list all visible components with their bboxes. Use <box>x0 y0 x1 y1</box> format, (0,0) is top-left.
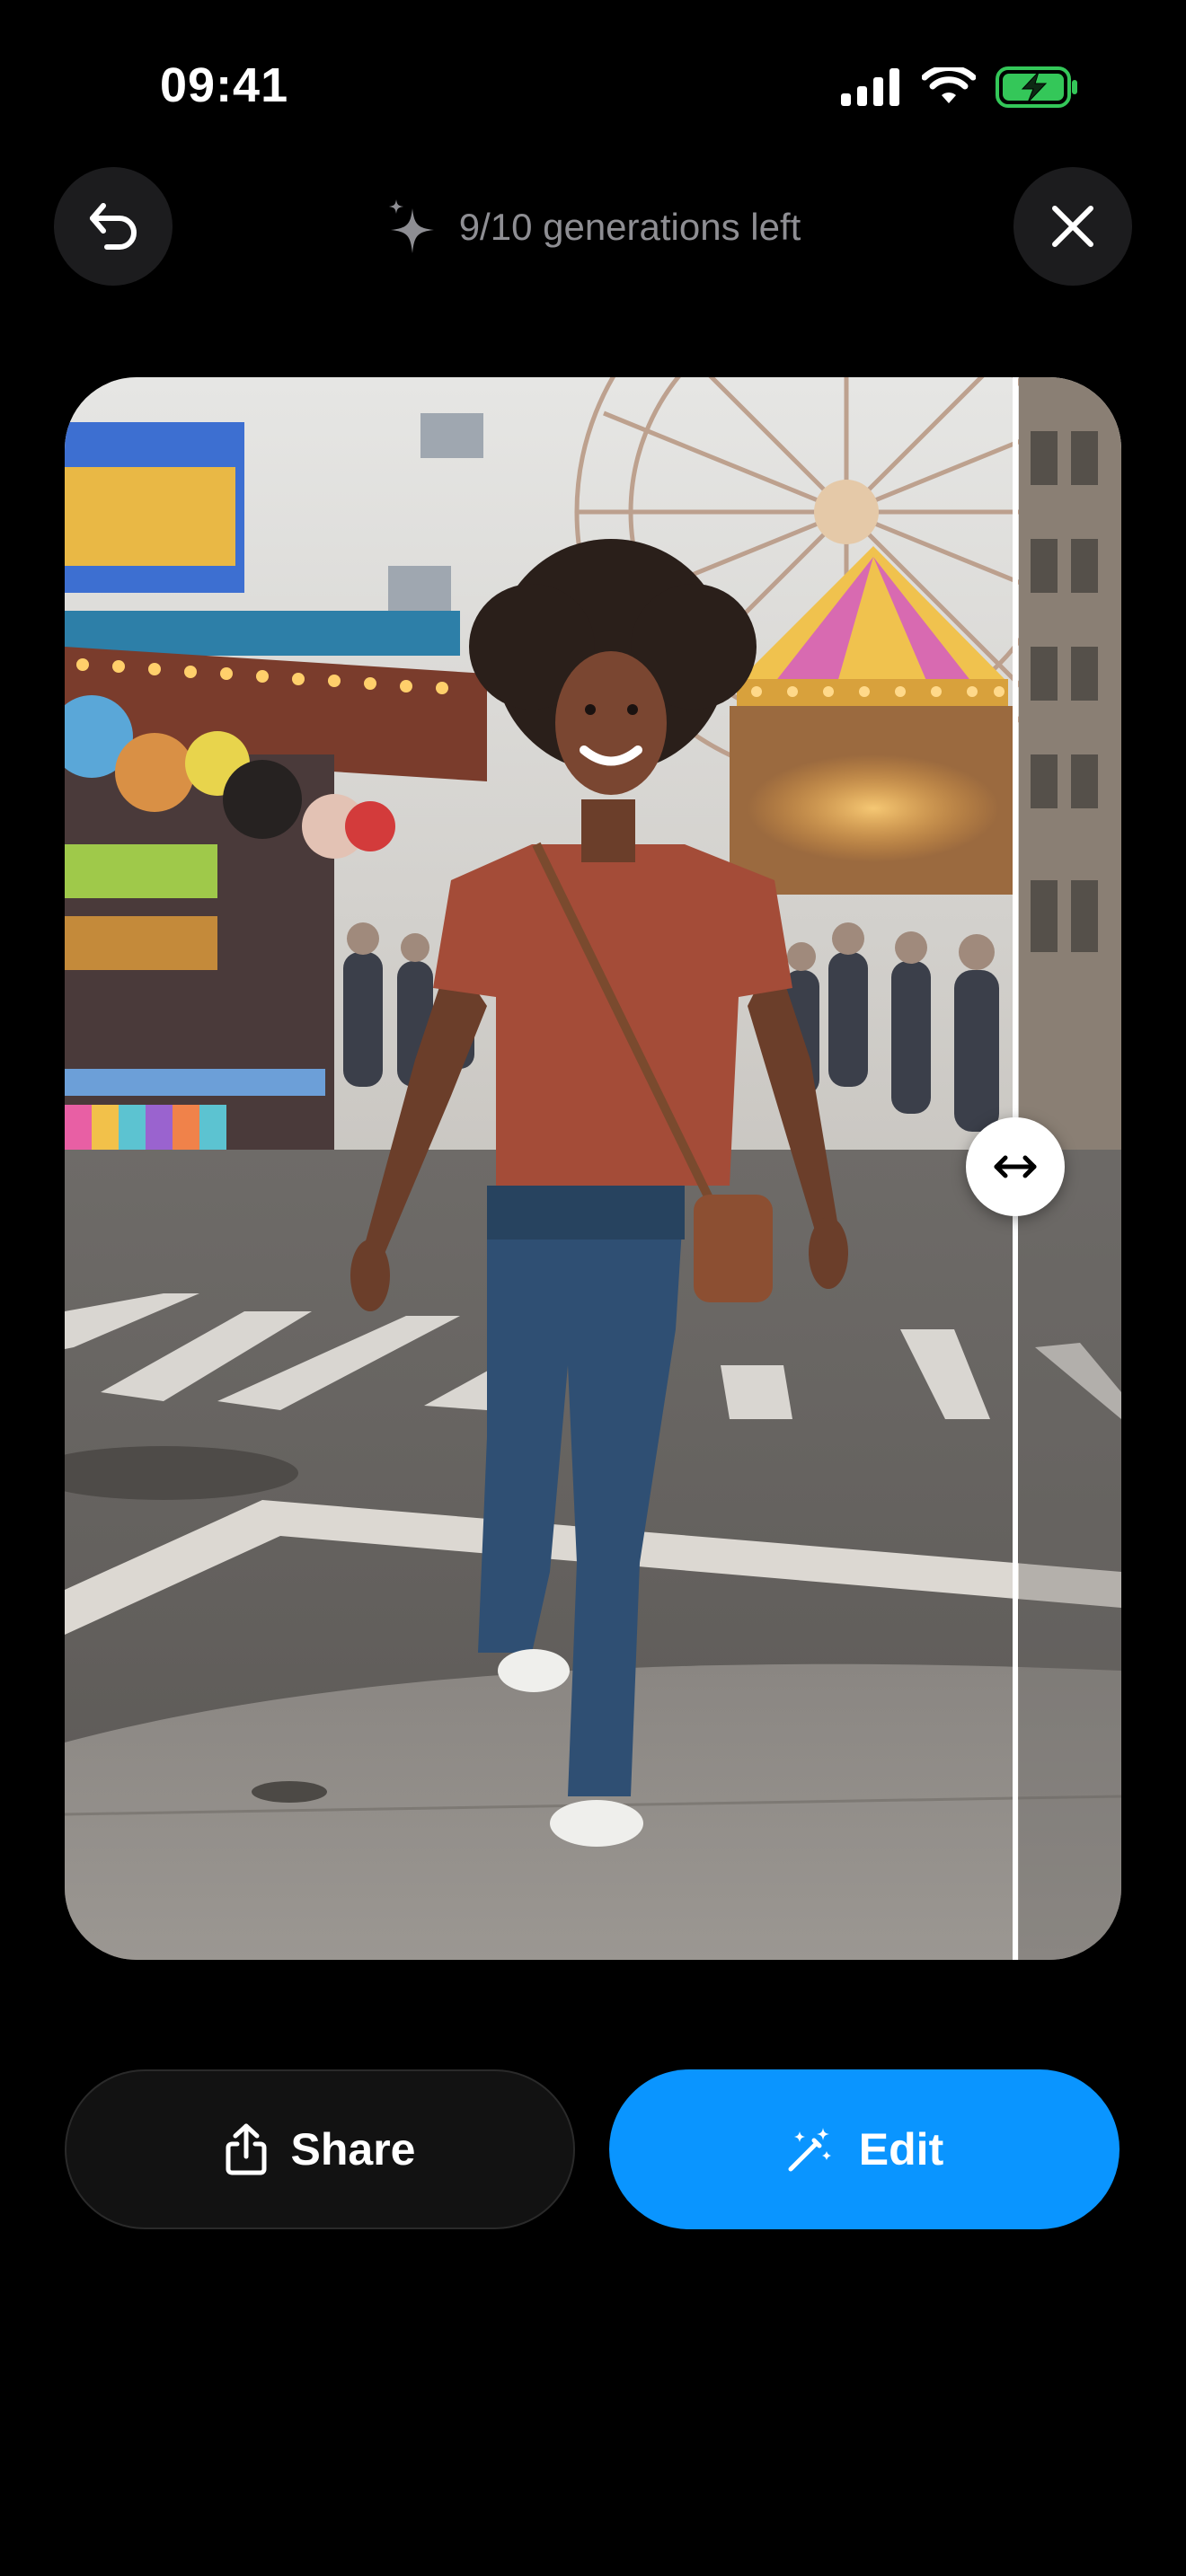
share-button-label: Share <box>290 2124 416 2175</box>
generated-photo <box>65 377 1121 1960</box>
horizontal-arrows-icon <box>994 1155 1037 1178</box>
generations-counter: 9/10 generations left <box>0 189 1186 266</box>
cellular-signal-icon <box>841 68 899 106</box>
generations-left-text: 9/10 generations left <box>458 206 801 248</box>
wifi-icon <box>922 67 976 103</box>
sparkle-icon <box>388 199 434 253</box>
status-bar: 09:41 <box>0 0 1186 171</box>
edit-button[interactable]: Edit <box>609 2069 1120 2229</box>
edit-button-label: Edit <box>858 2124 944 2175</box>
close-icon <box>1052 206 1093 247</box>
magic-wand-icon <box>788 2128 831 2172</box>
battery-charging-icon <box>996 66 1077 108</box>
share-button[interactable]: Share <box>65 2069 575 2229</box>
status-time: 09:41 <box>160 58 289 112</box>
photo-comparison[interactable] <box>65 377 1121 1960</box>
close-button[interactable] <box>1013 167 1132 286</box>
share-icon <box>226 2123 267 2175</box>
status-icons <box>841 65 1078 110</box>
comparison-slider-handle[interactable] <box>966 1117 1065 1216</box>
